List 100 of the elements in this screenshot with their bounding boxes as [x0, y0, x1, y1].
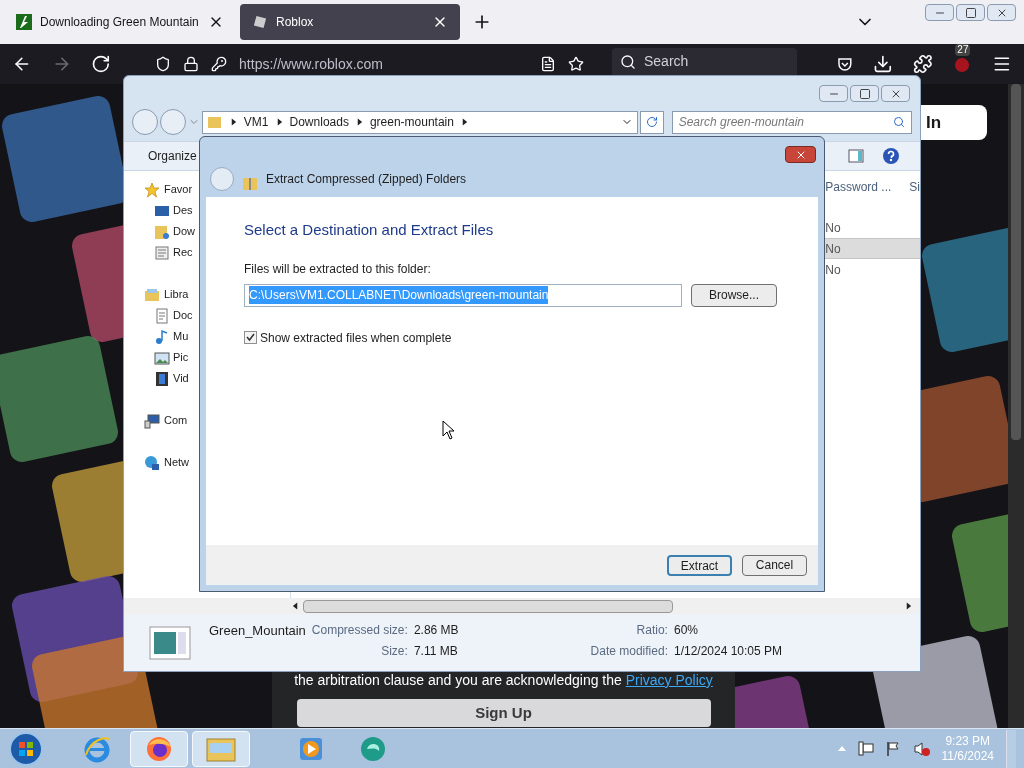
- url-text[interactable]: https://www.roblox.com: [239, 53, 528, 75]
- refresh-icon[interactable]: [645, 116, 658, 128]
- tab-title: Downloading Green Mountain: [40, 14, 200, 31]
- cursor-icon: [442, 419, 456, 440]
- film-icon: [154, 370, 170, 387]
- maximize-button[interactable]: [850, 85, 879, 102]
- field-label: Files will be extracted to this folder:: [244, 260, 432, 278]
- close-button[interactable]: [987, 4, 1016, 21]
- nav-item[interactable]: Dow: [173, 223, 195, 240]
- muted-speaker-icon[interactable]: [913, 740, 930, 757]
- column-header[interactable]: Si: [909, 178, 920, 196]
- file-row[interactable]: No: [825, 238, 920, 259]
- close-button[interactable]: [785, 146, 816, 163]
- arrow-icon[interactable]: [460, 118, 468, 126]
- browser-e-icon: [83, 734, 111, 763]
- star-icon[interactable]: [568, 56, 584, 72]
- nav-item[interactable]: Doc: [173, 307, 193, 324]
- consent-text: the arbitration clause and you are acknowledging the Privacy Policy: [294, 671, 713, 690]
- restore-button[interactable]: [956, 4, 985, 21]
- nav-item[interactable]: Favor: [164, 181, 193, 198]
- breadcrumb-item[interactable]: VM1: [243, 113, 269, 131]
- checkbox[interactable]: [244, 331, 257, 344]
- browse-button[interactable]: Browse...: [691, 283, 777, 307]
- restore-icon[interactable]: [964, 6, 977, 19]
- detail-value: 2.86 MB: [413, 622, 459, 639]
- breadcrumb-item[interactable]: Downloads: [289, 113, 349, 131]
- scrollbar-thumb[interactable]: [1011, 84, 1021, 440]
- globe-icon: [144, 454, 160, 471]
- search-field[interactable]: Search: [612, 48, 798, 75]
- library-icon: [144, 286, 160, 303]
- checkbox-label[interactable]: Show extracted files when complete: [260, 328, 452, 347]
- detail-label: Ratio:: [635, 622, 668, 639]
- help-icon[interactable]: [882, 147, 900, 165]
- pocket-icon[interactable]: [837, 56, 853, 72]
- nav-item[interactable]: Mu: [173, 328, 189, 345]
- privacy-policy-link[interactable]: Privacy Policy: [625, 672, 713, 688]
- maximize-icon[interactable]: [858, 87, 871, 100]
- scroll-left-icon[interactable]: [292, 602, 299, 610]
- nav-item[interactable]: Vid: [173, 370, 189, 387]
- file-icon: [149, 625, 191, 660]
- flag-icon[interactable]: [885, 740, 902, 757]
- folder-icon: [206, 114, 223, 130]
- document-icon: [154, 244, 170, 261]
- tab-title: Roblox: [276, 14, 315, 31]
- extensions-icon[interactable]: [912, 54, 933, 74]
- nav-item[interactable]: Rec: [173, 244, 193, 261]
- image-icon: [154, 349, 170, 366]
- folder-icon: [154, 223, 170, 240]
- nav-item[interactable]: Des: [173, 202, 193, 219]
- dialog-heading: Select a Destination and Extract Files: [244, 220, 495, 240]
- arrow-icon[interactable]: [355, 118, 363, 126]
- search-icon[interactable]: [620, 53, 636, 70]
- computer-icon: [144, 412, 160, 429]
- breadcrumb-item[interactable]: green-mountain: [369, 113, 454, 131]
- organize-button[interactable]: Organize: [130, 145, 215, 167]
- detail-label: Size:: [380, 643, 408, 660]
- browser-tab[interactable]: Downloading Green Mountain: [4, 4, 236, 40]
- detail-value: 1/12/2024 10:05 PM: [673, 643, 783, 660]
- nav-item[interactable]: Com: [164, 412, 188, 429]
- notification-badge: 27: [955, 44, 971, 56]
- taskbar-app-button[interactable]: [130, 730, 188, 767]
- fox-globe-icon: [145, 734, 173, 763]
- close-button[interactable]: [881, 85, 910, 102]
- nav-item[interactable]: Netw: [164, 454, 190, 471]
- address-bar[interactable]: VM1 Downloads green-mountain: [201, 110, 638, 134]
- download-icon[interactable]: [873, 54, 893, 74]
- sign-up-button[interactable]: Sign Up: [296, 699, 711, 727]
- document-icon: [154, 307, 170, 324]
- arrow-icon[interactable]: [229, 118, 237, 126]
- start-orb-icon[interactable]: [8, 730, 44, 767]
- preview-pane-icon[interactable]: [848, 148, 864, 164]
- star-icon: [144, 181, 160, 198]
- search-field[interactable]: Search green-mountain: [671, 110, 912, 134]
- nav-item[interactable]: Pic: [173, 349, 189, 366]
- reload-icon[interactable]: [91, 54, 112, 74]
- column-header[interactable]: Password ...: [825, 178, 902, 196]
- circle-app-icon: [359, 734, 387, 763]
- dialog-button[interactable]: Extract: [667, 554, 732, 576]
- arrow-icon[interactable]: [275, 118, 283, 126]
- browser-tab[interactable]: Roblox: [240, 4, 460, 40]
- detail-value: 7.11 MB: [413, 643, 459, 660]
- reader-view-icon[interactable]: [540, 56, 556, 72]
- file-name: Green_Mountain: [209, 622, 306, 640]
- network-icon[interactable]: [857, 740, 874, 757]
- lock-icon[interactable]: [183, 56, 200, 72]
- detail-label: Compressed size:: [311, 622, 408, 639]
- key-icon[interactable]: [211, 56, 228, 72]
- login-button[interactable]: In: [921, 105, 987, 140]
- zip-folder-icon: [242, 175, 258, 191]
- shield-icon[interactable]: [155, 56, 172, 72]
- dialog-title: Extract Compressed (Zipped) Folders: [266, 171, 467, 188]
- dialog-button[interactable]: Cancel: [742, 554, 807, 576]
- nav-item[interactable]: Libra: [164, 286, 189, 303]
- scrollbar-thumb[interactable]: [303, 599, 673, 613]
- detail-label: Date modified:: [590, 643, 668, 660]
- refresh-button[interactable]: [639, 110, 664, 134]
- lightning-icon: [16, 14, 32, 30]
- music-note-icon: [154, 328, 170, 345]
- scroll-right-icon[interactable]: [905, 602, 912, 610]
- detail-value: 60%: [673, 622, 699, 639]
